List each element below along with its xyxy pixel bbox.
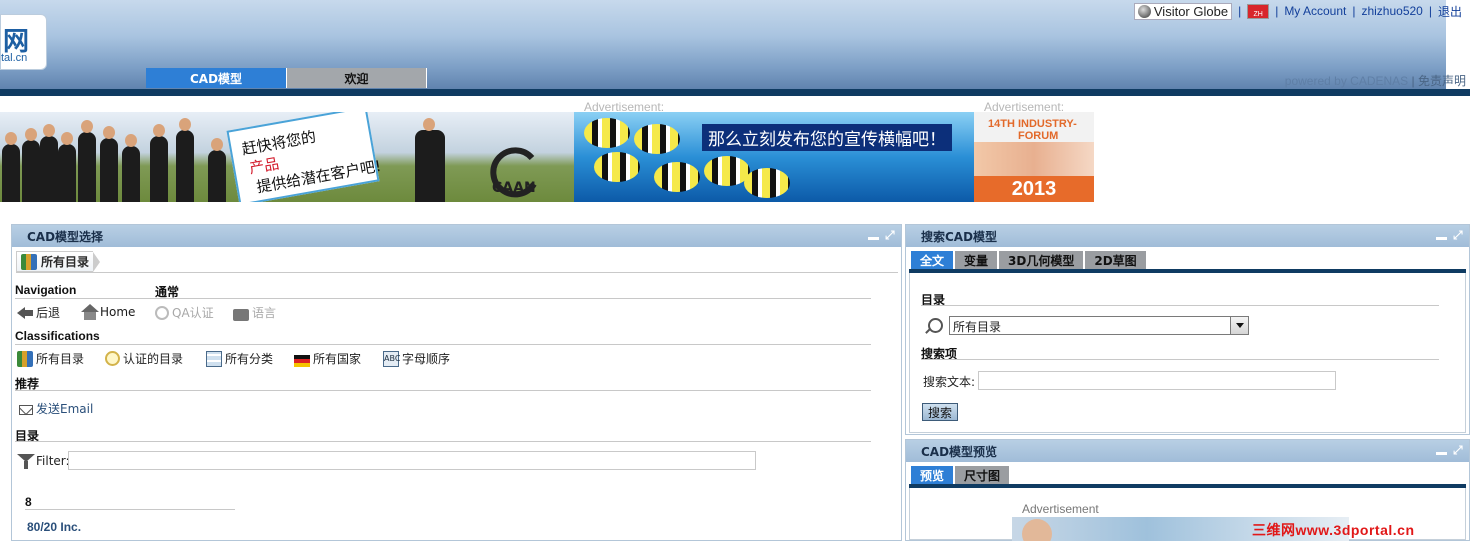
filter-input[interactable] (68, 451, 756, 470)
logo-sub-text: tal.cn (1, 52, 28, 64)
breadcrumb[interactable]: 所有目录 (16, 251, 101, 272)
classes-icon (206, 350, 222, 367)
chevron-down-icon[interactable] (1230, 317, 1248, 334)
breadcrumb-label: 所有目录 (41, 255, 90, 269)
flags-icon (294, 354, 310, 367)
ad-banner-business[interactable]: 赶快将您的 产品 提供给潜在客户吧! CAAN (0, 112, 574, 202)
tab-variables[interactable]: 变量 (955, 251, 998, 269)
home-icon (81, 304, 99, 320)
speech-bubble: 赶快将您的 产品 提供给潜在客户吧! (226, 112, 382, 202)
preview-tabs: 预览 尺寸图 (911, 466, 1010, 484)
search-text-input[interactable] (978, 371, 1336, 390)
qa-certification-link[interactable]: QA认证 (155, 304, 214, 321)
site-logo[interactable]: 网 tal.cn (0, 14, 47, 70)
books-icon (21, 253, 37, 270)
tab-dimension-drawing[interactable]: 尺寸图 (955, 466, 1010, 484)
catalog-select[interactable]: 所有目录 (949, 316, 1249, 335)
visitor-globe-button[interactable]: Visitor Globe (1133, 2, 1233, 20)
language-icon (233, 308, 249, 321)
visitor-globe-label: Visitor Globe (1153, 3, 1229, 19)
language-link[interactable]: 语言 (233, 304, 276, 321)
filter-label: Filter: (17, 453, 70, 469)
group-letter: 8 (25, 495, 32, 509)
banner-promo-text: 那么立刻发布您的宣传横幅吧！ (702, 124, 952, 151)
top-nav: Visitor Globe | ZH | My Account | zhizhu… (1133, 2, 1462, 20)
qa-icon (155, 305, 169, 320)
search-icon (928, 318, 943, 333)
tab-2d-sketch[interactable]: 2D草图 (1085, 251, 1146, 269)
back-link[interactable]: 后退 (17, 304, 60, 321)
cadn-brand: CAAN (492, 180, 536, 196)
forum-year: 2013 (974, 176, 1094, 202)
tab-welcome[interactable]: 欢迎 (287, 68, 427, 88)
panel-title-bar: CAD模型选择 ⤢ (12, 225, 901, 247)
navigation-heading: Navigation (15, 283, 77, 297)
ad-banner-fish[interactable]: 那么立刻发布您的宣传横幅吧！ (574, 112, 974, 202)
watermark: 三维网www.3dportal.cn (1252, 522, 1415, 538)
ad-banner-forum[interactable]: 14TH INDUSTRY- FORUM 2013 (974, 112, 1094, 202)
tab-fulltext[interactable]: 全文 (911, 251, 954, 269)
search-text-label: 搜索文本: (923, 375, 976, 389)
tab-preview[interactable]: 预览 (911, 466, 954, 484)
back-arrow-icon (17, 305, 33, 321)
minimize-icon[interactable] (1436, 443, 1447, 457)
maximize-icon[interactable]: ⤢ (885, 228, 897, 242)
all-catalogs-link[interactable]: 所有目录 (17, 350, 84, 367)
logout-link[interactable]: 退出 (1438, 3, 1462, 20)
language-flag-icon[interactable]: ZH (1247, 3, 1270, 19)
alphabetical-link[interactable]: ABC 字母顺序 (383, 350, 450, 367)
powered-by: powered by CADENAS | 免责声明 (1284, 74, 1466, 88)
minimize-icon[interactable] (1436, 228, 1447, 242)
mail-icon (19, 404, 33, 415)
username-link[interactable]: zhizhuo520 (1361, 4, 1422, 18)
panel-title-bar: 搜索CAD模型 ⤢ (906, 225, 1469, 247)
cad-model-selection-panel: CAD模型选择 ⤢ 所有目录 Navigation 通常 后退 Home QA认… (11, 224, 902, 541)
minimize-icon[interactable] (868, 228, 879, 242)
globe-icon (1137, 4, 1151, 18)
disclaimer-link[interactable]: 免责声明 (1418, 74, 1466, 88)
panel-title: CAD模型选择 (27, 229, 104, 244)
all-countries-link[interactable]: 所有国家 (294, 350, 361, 367)
main-tabs: CAD模型 欢迎 (146, 68, 427, 88)
header-divider-bar (0, 89, 1470, 96)
tab-3d-geometry[interactable]: 3D几何模型 (999, 251, 1084, 269)
powered-by-text: powered by CADENAS (1284, 74, 1409, 88)
catalog-item-8020[interactable]: 80/20 Inc. (27, 520, 81, 534)
panel-title-bar: CAD模型预览 ⤢ (906, 440, 1469, 462)
certified-catalogs-link[interactable]: 认证的目录 (105, 350, 183, 367)
search-tabs: 全文 变量 3D几何模型 2D草图 (911, 251, 1146, 269)
tab-cad-models[interactable]: CAD模型 (146, 68, 287, 88)
panel-title: 搜索CAD模型 (921, 229, 998, 244)
filter-icon (17, 453, 35, 469)
home-link[interactable]: Home (81, 304, 135, 320)
certificate-icon (105, 351, 120, 366)
alphabet-icon: ABC (383, 350, 400, 367)
books-icon (17, 350, 33, 367)
ad-label: Advertisement (1022, 502, 1099, 516)
send-email-link[interactable]: 发送Email (19, 400, 93, 417)
maximize-icon[interactable]: ⤢ (1453, 443, 1465, 457)
header: 网 tal.cn Visitor Globe | ZH | My Account… (0, 0, 1470, 98)
catalog-select-value: 所有目录 (953, 320, 1002, 334)
maximize-icon[interactable]: ⤢ (1453, 228, 1465, 242)
classifications-heading: Classifications (15, 329, 100, 343)
panel-title: CAD模型预览 (921, 444, 998, 459)
search-button[interactable]: 搜索 (922, 403, 959, 421)
search-cad-panel: 搜索CAD模型 ⤢ 全文 变量 3D几何模型 2D草图 目录 所有目录 搜索项 … (905, 224, 1470, 435)
all-classes-link[interactable]: 所有分类 (206, 350, 273, 367)
my-account-link[interactable]: My Account (1284, 4, 1346, 18)
